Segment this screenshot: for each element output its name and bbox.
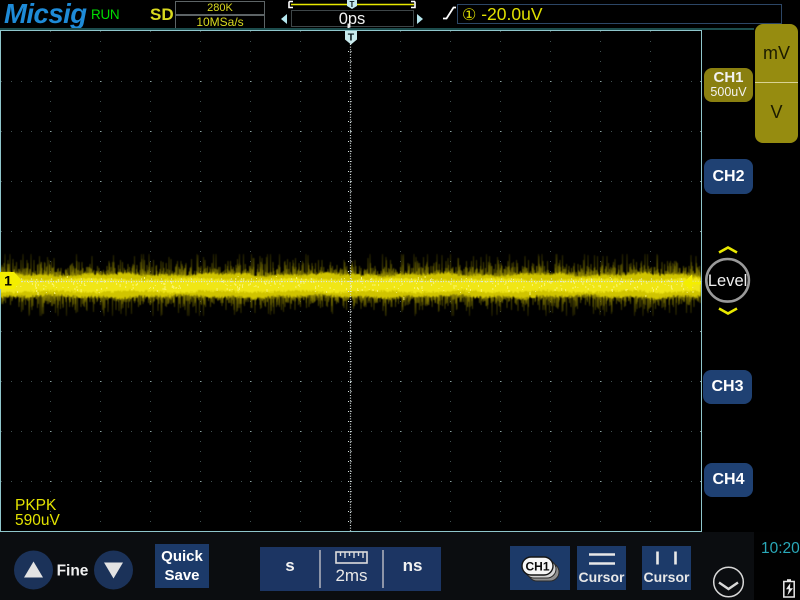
svg-text:Cursor: Cursor xyxy=(644,569,690,585)
svg-text:T: T xyxy=(348,32,355,44)
svg-text:1: 1 xyxy=(4,273,12,289)
svg-text:0ps: 0ps xyxy=(339,10,366,28)
svg-text:Cursor: Cursor xyxy=(579,569,625,585)
svg-text:CH1: CH1 xyxy=(525,560,549,574)
svg-text:Fine: Fine xyxy=(57,563,89,580)
svg-text:T: T xyxy=(350,0,355,9)
svg-text:Level: Level xyxy=(708,272,747,290)
svg-text:590uV: 590uV xyxy=(15,512,60,529)
